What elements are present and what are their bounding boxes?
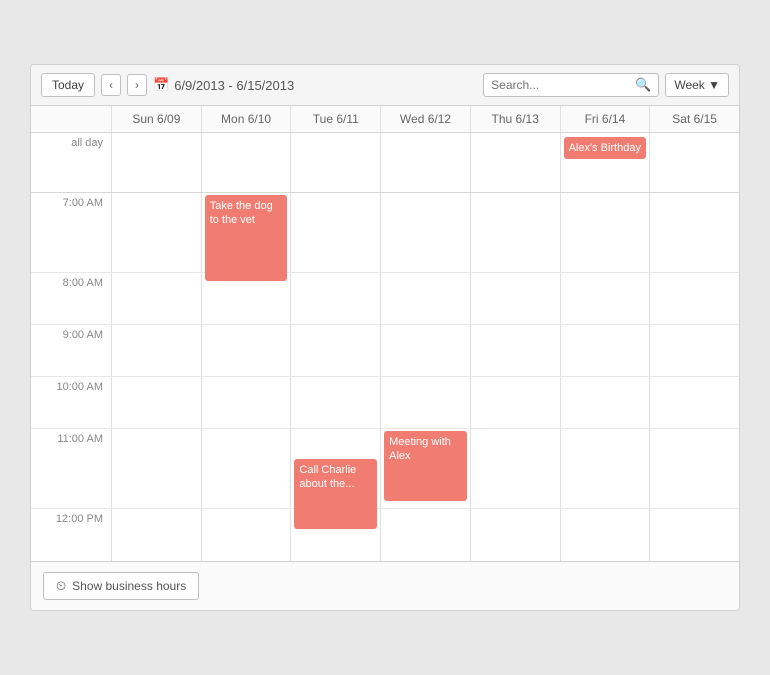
time-cell-7am-fri[interactable] xyxy=(560,193,650,272)
time-cell-11am-sat[interactable] xyxy=(649,429,739,508)
search-input[interactable] xyxy=(491,78,631,92)
time-cell-11am-mon[interactable] xyxy=(201,429,291,508)
time-cell-8am-fri[interactable] xyxy=(560,273,650,324)
event-title: Take the dog to the vet xyxy=(210,200,273,226)
time-cell-7am-sat[interactable] xyxy=(649,193,739,272)
day-header-thu: Thu 6/13 xyxy=(470,106,560,132)
prev-button[interactable]: ‹ xyxy=(101,74,121,96)
time-row-8am: 8:00 AM xyxy=(31,273,739,325)
time-label-9am: 9:00 AM xyxy=(31,325,111,376)
time-label-7am: 7:00 AM xyxy=(31,193,111,272)
corner-cell xyxy=(31,106,111,132)
time-cell-9am-sun[interactable] xyxy=(111,325,201,376)
allday-cell-fri[interactable]: Alex's Birthday xyxy=(560,133,650,192)
time-cell-10am-wed[interactable] xyxy=(380,377,470,428)
time-cell-7am-wed[interactable] xyxy=(380,193,470,272)
event-title: Call Charlie about the... xyxy=(299,464,356,490)
clock-icon: ⏲ xyxy=(56,578,66,594)
next-button[interactable]: › xyxy=(127,74,147,96)
time-cell-12pm-sat[interactable] xyxy=(649,509,739,561)
allday-cell-tue[interactable] xyxy=(290,133,380,192)
time-cell-8am-tue[interactable] xyxy=(290,273,380,324)
time-cell-12pm-thu[interactable] xyxy=(470,509,560,561)
calendar-icon: 📅 xyxy=(153,77,169,93)
time-label-11am: 11:00 AM xyxy=(31,429,111,508)
time-label-8am: 8:00 AM xyxy=(31,273,111,324)
allday-cell-sat[interactable] xyxy=(649,133,739,192)
time-row-7am: 7:00 AM Take the dog to the vet xyxy=(31,193,739,273)
time-cell-9am-wed[interactable] xyxy=(380,325,470,376)
day-header-tue: Tue 6/11 xyxy=(290,106,380,132)
show-hours-label: Show business hours xyxy=(72,579,186,593)
time-cell-10am-thu[interactable] xyxy=(470,377,560,428)
time-cell-10am-mon[interactable] xyxy=(201,377,291,428)
time-cell-7am-tue[interactable] xyxy=(290,193,380,272)
time-cell-10am-tue[interactable] xyxy=(290,377,380,428)
event-title: Meeting with Alex xyxy=(389,436,451,462)
search-box: 🔍 xyxy=(483,73,659,97)
date-range: 📅 6/9/2013 - 6/15/2013 xyxy=(153,77,294,93)
calendar-grid: Sun 6/09 Mon 6/10 Tue 6/11 Wed 6/12 Thu … xyxy=(31,106,739,561)
time-cell-10am-sun[interactable] xyxy=(111,377,201,428)
time-cell-8am-sat[interactable] xyxy=(649,273,739,324)
time-cell-7am-sun[interactable] xyxy=(111,193,201,272)
search-icon: 🔍 xyxy=(635,77,651,93)
time-cell-10am-sat[interactable] xyxy=(649,377,739,428)
time-row-10am: 10:00 AM xyxy=(31,377,739,429)
event-title: Alex's Birthday xyxy=(569,142,641,154)
event-take-dog[interactable]: Take the dog to the vet xyxy=(205,195,288,281)
event-call-charlie[interactable]: Call Charlie about the... xyxy=(294,459,377,529)
time-cell-9am-fri[interactable] xyxy=(560,325,650,376)
allday-cell-mon[interactable] xyxy=(201,133,291,192)
time-cell-11am-wed[interactable]: Meeting with Alex xyxy=(380,429,470,508)
time-cell-11am-tue[interactable]: Call Charlie about the... xyxy=(290,429,380,508)
day-headers-row: Sun 6/09 Mon 6/10 Tue 6/11 Wed 6/12 Thu … xyxy=(31,106,739,133)
day-header-fri: Fri 6/14 xyxy=(560,106,650,132)
allday-cell-sun[interactable] xyxy=(111,133,201,192)
footer: ⏲ Show business hours xyxy=(31,561,739,610)
calendar-container: Today ‹ › 📅 6/9/2013 - 6/15/2013 🔍 Week … xyxy=(30,64,740,611)
day-header-mon: Mon 6/10 xyxy=(201,106,291,132)
time-label-12pm: 12:00 PM xyxy=(31,509,111,561)
time-cell-12pm-sun[interactable] xyxy=(111,509,201,561)
allday-cell-thu[interactable] xyxy=(470,133,560,192)
view-select-button[interactable]: Week ▼ xyxy=(665,73,729,97)
time-cell-8am-thu[interactable] xyxy=(470,273,560,324)
allday-label: all day xyxy=(31,133,111,192)
time-cell-9am-sat[interactable] xyxy=(649,325,739,376)
day-header-sun: Sun 6/09 xyxy=(111,106,201,132)
time-cell-12pm-wed[interactable] xyxy=(380,509,470,561)
allday-row: all day Alex's Birthday xyxy=(31,133,739,193)
time-cell-11am-thu[interactable] xyxy=(470,429,560,508)
time-cell-8am-wed[interactable] xyxy=(380,273,470,324)
time-cell-12pm-fri[interactable] xyxy=(560,509,650,561)
time-row-9am: 9:00 AM xyxy=(31,325,739,377)
today-button[interactable]: Today xyxy=(41,73,95,97)
time-cell-11am-fri[interactable] xyxy=(560,429,650,508)
time-cell-9am-mon[interactable] xyxy=(201,325,291,376)
toolbar: Today ‹ › 📅 6/9/2013 - 6/15/2013 🔍 Week … xyxy=(31,65,739,106)
day-header-wed: Wed 6/12 xyxy=(380,106,470,132)
time-cell-8am-sun[interactable] xyxy=(111,273,201,324)
time-cell-7am-mon[interactable]: Take the dog to the vet xyxy=(201,193,291,272)
time-cell-9am-tue[interactable] xyxy=(290,325,380,376)
event-meeting-alex[interactable]: Meeting with Alex xyxy=(384,431,467,501)
time-cell-9am-thu[interactable] xyxy=(470,325,560,376)
day-header-sat: Sat 6/15 xyxy=(649,106,739,132)
time-row-11am: 11:00 AM Call Charlie about the... Meeti… xyxy=(31,429,739,509)
time-cell-12pm-mon[interactable] xyxy=(201,509,291,561)
time-label-10am: 10:00 AM xyxy=(31,377,111,428)
show-business-hours-button[interactable]: ⏲ Show business hours xyxy=(43,572,199,600)
date-range-text: 6/9/2013 - 6/15/2013 xyxy=(174,78,294,93)
time-cell-10am-fri[interactable] xyxy=(560,377,650,428)
event-alexs-birthday[interactable]: Alex's Birthday xyxy=(564,137,647,159)
allday-cell-wed[interactable] xyxy=(380,133,470,192)
time-cell-7am-thu[interactable] xyxy=(470,193,560,272)
time-row-12pm: 12:00 PM xyxy=(31,509,739,561)
time-cell-11am-sun[interactable] xyxy=(111,429,201,508)
time-rows: 7:00 AM Take the dog to the vet 8:00 AM xyxy=(31,193,739,561)
